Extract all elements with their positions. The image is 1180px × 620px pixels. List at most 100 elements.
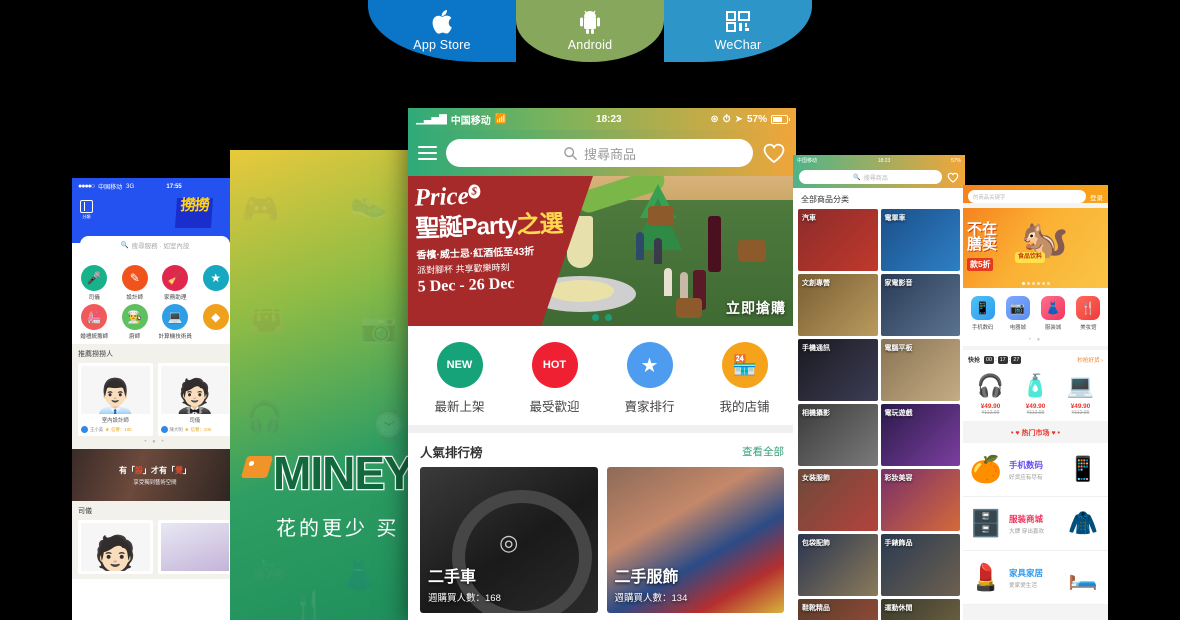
shortcut-1[interactable]: 📷 电器城	[1000, 296, 1035, 331]
flash-price-0: ¥49.90	[980, 403, 1001, 410]
miney-brand: MINEY	[240, 449, 416, 497]
quick-link-seller-rank-label: 賣家排行	[624, 400, 675, 414]
quick-link-my-shop[interactable]: 🏪 我的店铺	[697, 342, 792, 415]
category-label-0: 汽車	[802, 215, 816, 222]
shortcut-3[interactable]: 🍴 美妆馆	[1071, 296, 1106, 331]
carrier-label: 中国移动	[450, 115, 491, 127]
category-tile-3[interactable]: 家電影音	[880, 274, 960, 336]
category-tile-4[interactable]: 手機通訊	[798, 339, 878, 401]
laptop-icon: 💻	[1066, 373, 1095, 398]
quick-link-hot[interactable]: HOT 最受歡迎	[507, 342, 602, 415]
login-button[interactable]: 登录	[1090, 192, 1103, 202]
ranking-card-used-fashion[interactable]: 二手服飾 週購買人數：134	[606, 467, 784, 613]
market-row-0[interactable]: 🍊 手机数码 好货应有尽有 📱	[963, 443, 1108, 497]
recommend-card-1[interactable]: 🤵🏻 司儀 陳大明 ♛ 信譽：100	[157, 363, 232, 436]
category-tile-7[interactable]: 電玩遊戲	[880, 404, 960, 466]
category-menu-button[interactable]: 分類	[80, 200, 93, 220]
category-tile-1[interactable]: 電單車	[880, 209, 960, 271]
carousel-dot-1[interactable]	[605, 314, 612, 321]
barrel-decoration	[738, 240, 766, 262]
person-decoration-4	[680, 272, 688, 298]
category-tile-9[interactable]: 彩妝美容	[880, 469, 960, 531]
hamburger-icon[interactable]	[418, 142, 437, 163]
tab-android[interactable]: Android	[516, 0, 664, 62]
mc-card-0[interactable]: 🧑🏻	[78, 520, 153, 574]
ranking-title: 人氣排行榜	[420, 446, 483, 460]
wifi-icon: 📶	[494, 113, 508, 125]
category-label-4: 手機通訊	[802, 345, 830, 352]
shortcut-0[interactable]: 📱 手机数码	[965, 296, 1000, 331]
market-row-1[interactable]: 🗄️ 服装商城 大牌 穿出喜欢 🧥	[963, 497, 1108, 551]
quick-link-new[interactable]: NEW 最新上架	[412, 342, 507, 415]
search-input[interactable]: 的商品关键字	[968, 190, 1086, 203]
shop-badge-text: 🏪	[732, 354, 757, 377]
promo-line1: 有「設」才有「覺」	[119, 465, 191, 476]
banner-cta-label[interactable]: 立即搶購	[726, 298, 786, 318]
category-tile-0[interactable]: 汽車	[798, 209, 878, 271]
shortcut-2[interactable]: 👗 服装城	[1036, 296, 1071, 331]
app-header: 🔍 搜尋商品	[793, 166, 965, 188]
service-item-4[interactable]: 👨‍🍳 廚師	[115, 304, 156, 340]
mall-search-row: 的商品关键字 登录	[968, 190, 1103, 203]
tab-app-store[interactable]: App Store	[368, 0, 516, 62]
search-input[interactable]: 搜尋商品	[446, 139, 753, 167]
service-label-0: 司儀	[88, 295, 100, 301]
quick-link-seller-rank[interactable]: ★ 賣家排行	[602, 342, 697, 415]
category-tile-8[interactable]: 女装服飾	[798, 469, 878, 531]
see-all-link[interactable]: 查看全部	[742, 444, 784, 459]
category-tile-11[interactable]: 手錶飾品	[880, 534, 960, 596]
category-tile-5[interactable]: 電腦平板	[880, 339, 960, 401]
category-tile-2[interactable]: 文創專營	[798, 274, 878, 336]
promo-banner[interactable]: 有「設」才有「覺」 享受獨到藝術空間	[72, 449, 238, 501]
search-input[interactable]: 🔍 搜尋商品	[799, 170, 942, 184]
mall-hero-banner[interactable]: 不在 膳卖 款5折 🐿️ 食品饮料	[963, 208, 1108, 288]
flash-product-2[interactable]: 💻 ¥49.90 ¥112.00	[1058, 369, 1103, 416]
service-item-1[interactable]: ✎ 設計師	[115, 265, 156, 301]
mall-top-bar: 的商品关键字 登录	[963, 185, 1108, 203]
flash-original-1: ¥112.00	[1026, 410, 1045, 416]
search-input[interactable]: 🔍 搜尋服務 · 如室內設	[80, 236, 230, 253]
ranking-name-1: 二手服飾	[614, 569, 679, 586]
carousel-dots[interactable]	[592, 314, 612, 321]
category-label-5: 電腦平板	[884, 345, 913, 352]
flash-sale-more-link[interactable]: 秒抢好货 ›	[1077, 356, 1103, 364]
tab-wechar[interactable]: WeChar	[664, 0, 812, 62]
market-row-2[interactable]: 💄 家具家居 爱家爱生活 🛏️	[963, 551, 1108, 605]
dress-icon: 👗	[1041, 296, 1066, 320]
service-item-0[interactable]: 🎤 司儀	[74, 265, 115, 301]
promo-b: 」才有「	[143, 465, 175, 475]
recommend-card-0[interactable]: 👨🏻‍💼 室內設計師 王小美 ♛ 信譽：100	[78, 363, 153, 436]
carrier-label: 中国移动	[98, 185, 123, 191]
man-bowtie-avatar: 🤵🏻	[160, 366, 229, 414]
service-item-5[interactable]: 💻 計算機技術員	[155, 304, 196, 340]
hot-badge-icon: HOT	[531, 342, 578, 388]
medal-badge-text: ★	[640, 354, 659, 377]
heart-icon[interactable]	[947, 172, 959, 183]
category-tile-10[interactable]: 包袋配飾	[798, 534, 878, 596]
person-decoration-3	[664, 268, 672, 296]
flash-product-1[interactable]: 🧴 ¥49.90 ¥112.00	[1013, 369, 1058, 416]
carousel-dot-0[interactable]	[592, 314, 599, 321]
flash-product-0[interactable]: 🎧 ¥49.90 ¥112.00	[968, 369, 1013, 416]
hero-carousel-dots[interactable]	[1021, 282, 1050, 285]
shortcut-label-2: 服装城	[1045, 325, 1062, 331]
category-tile-6[interactable]: 相機攝影	[798, 404, 878, 466]
category-tile-13[interactable]: 運動休閒	[880, 599, 960, 620]
service-item-2[interactable]: 🧹 家務助理	[155, 265, 196, 301]
promo-carousel-banner[interactable]: Price $ 聖誕Party之選 香檳·威士忌·紅酒低至43折 派對腳杯 共享歡…	[408, 176, 796, 326]
search-placeholder: 搜尋服務 · 如室內設	[131, 242, 190, 250]
ranking-card-used-car[interactable]: 二手車 週購買人數：168	[420, 467, 598, 613]
service-item-3[interactable]: 💒 婚禮統籌師	[74, 304, 115, 340]
wedding-icon: 💒	[81, 304, 108, 330]
category-tile-12[interactable]: 鞋靴精品	[798, 599, 878, 620]
toothpaste-icon: 🧴	[1021, 373, 1050, 398]
mc-card-1[interactable]	[157, 520, 232, 574]
shortcuts-page-dots[interactable]: • ●	[963, 337, 1108, 346]
cosmetics-icon: 🍴	[1076, 296, 1101, 320]
promo-em: 設	[135, 465, 143, 475]
medal-icon: ★	[626, 342, 673, 388]
category-label-2: 文創專營	[802, 280, 830, 287]
heart-icon[interactable]	[762, 142, 786, 164]
category-label-13: 運動休閒	[884, 605, 913, 612]
carousel-dots[interactable]: • ● •	[78, 439, 232, 445]
